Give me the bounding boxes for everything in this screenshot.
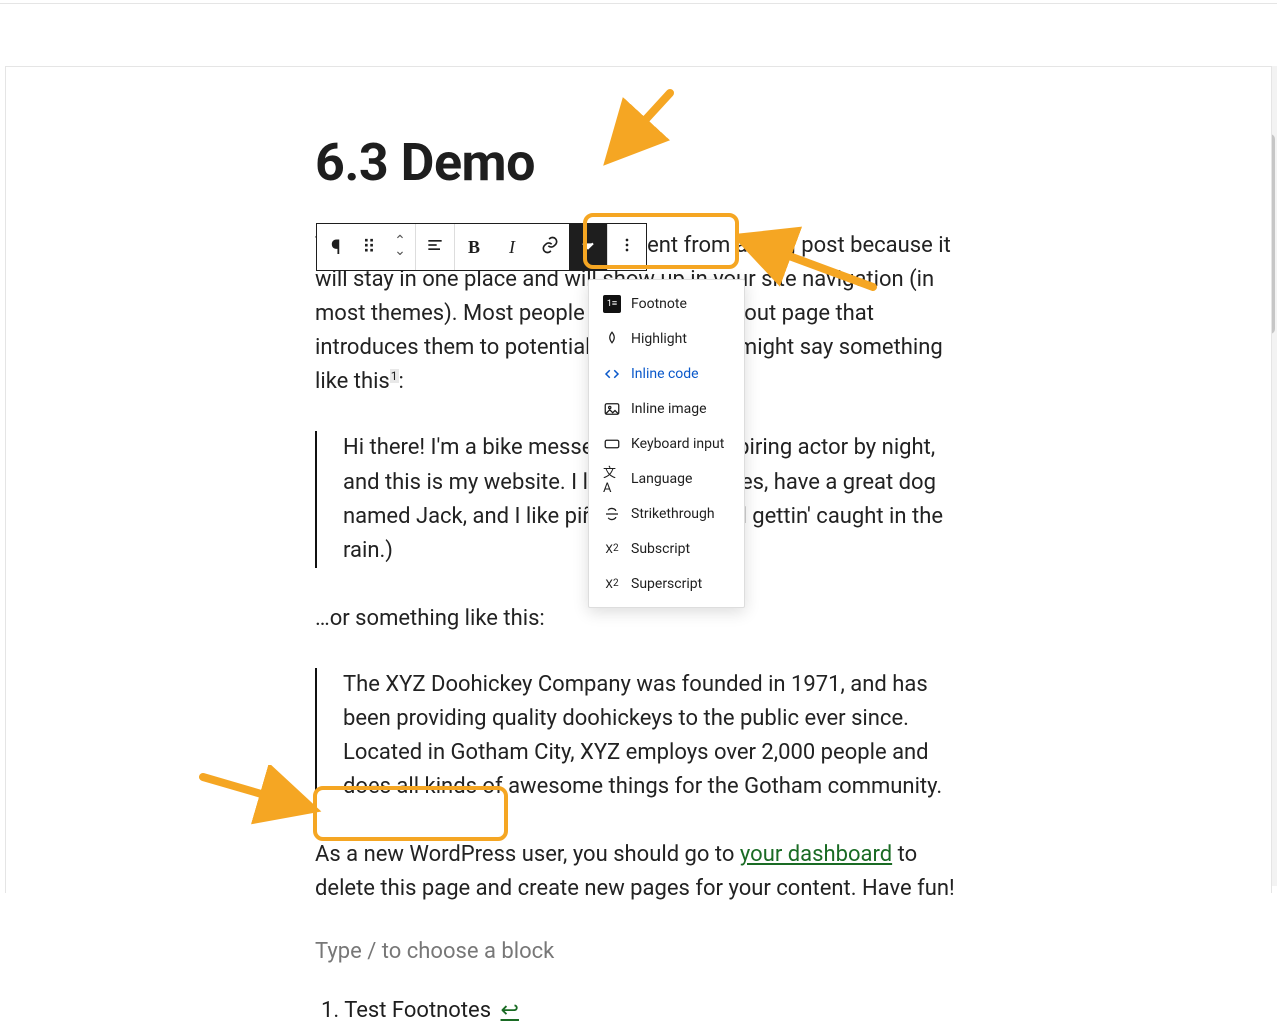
block-mover[interactable]: ⌃⌄ [385, 224, 415, 270]
drag-handle[interactable]: ⠿ [355, 224, 385, 270]
italic-icon: I [509, 237, 515, 258]
mover-icon: ⌃⌄ [394, 237, 406, 257]
highlight-icon [603, 330, 621, 348]
chevron-down-icon [578, 235, 598, 260]
footnote-text: 1. Test Footnotes [321, 998, 497, 1023]
dropdown-label: Subscript [631, 541, 690, 557]
footnote-return-link[interactable]: ↩ [501, 998, 519, 1023]
more-vertical-icon [617, 235, 637, 260]
block-overflow-button[interactable] [608, 224, 646, 270]
footnote-block[interactable]: 1. Test Footnotes ↩ [315, 994, 525, 1027]
dropdown-item-inline-code[interactable]: Inline code [589, 356, 744, 391]
blockquote-2-text: The XYZ Doohickey Company was founded in… [343, 668, 965, 804]
dropdown-label: Language [631, 471, 692, 487]
drag-icon: ⠿ [362, 237, 377, 258]
dropdown-item-inline-image[interactable]: Inline image [589, 391, 744, 426]
outro-a: As a new WordPress user, you should go t… [315, 842, 740, 867]
link-button[interactable] [531, 224, 569, 270]
post-title[interactable]: 6.3 Demo [315, 132, 965, 193]
dropdown-label: Keyboard input [631, 436, 724, 452]
footnote-marker[interactable]: 1 [390, 369, 399, 383]
italic-button[interactable]: I [493, 224, 531, 270]
dropdown-item-subscript[interactable]: X2 Subscript [589, 531, 744, 566]
paragraph-tail: : [399, 369, 404, 394]
bold-icon: B [468, 237, 480, 258]
dropdown-label: Inline image [631, 401, 707, 417]
dropdown-label: Strikethrough [631, 506, 715, 522]
dropdown-item-highlight[interactable]: Highlight [589, 321, 744, 356]
editor-canvas: 6.3 Demo This is an example page. It's d… [5, 66, 1272, 893]
blockquote-2[interactable]: The XYZ Doohickey Company was founded in… [315, 668, 965, 804]
block-placeholder[interactable]: Type / to choose a block [315, 939, 965, 964]
dropdown-label: Highlight [631, 331, 687, 347]
code-icon [603, 365, 621, 383]
block-type-button[interactable]: ¶ [317, 224, 355, 270]
align-left-icon [425, 235, 445, 260]
link-icon [540, 235, 560, 260]
keyboard-icon [603, 435, 621, 453]
bold-button[interactable]: B [455, 224, 493, 270]
more-rich-text-button[interactable] [569, 224, 607, 270]
dropdown-item-footnote[interactable]: 1≡ Footnote [589, 286, 744, 321]
paragraph-icon: ¶ [331, 235, 341, 259]
dropdown-label: Footnote [631, 296, 687, 312]
dropdown-item-language[interactable]: 文A Language [589, 461, 744, 496]
footnote-icon: 1≡ [603, 295, 621, 313]
dropdown-item-strikethrough[interactable]: Strikethrough [589, 496, 744, 531]
strike-icon [603, 505, 621, 523]
align-button[interactable] [416, 224, 454, 270]
paragraph-outro[interactable]: As a new WordPress user, you should go t… [315, 838, 965, 906]
block-toolbar: ¶ ⠿ ⌃⌄ B I [316, 223, 647, 271]
dashboard-link[interactable]: your dashboard [740, 842, 892, 867]
window-top-bar [0, 0, 1277, 4]
dropdown-item-superscript[interactable]: X2 Superscript [589, 566, 744, 601]
language-icon: 文A [603, 470, 621, 488]
dropdown-item-keyboard[interactable]: Keyboard input [589, 426, 744, 461]
superscript-icon: X2 [603, 575, 621, 593]
subscript-icon: X2 [603, 540, 621, 558]
rich-text-dropdown: 1≡ Footnote Highlight Inline code Inline… [588, 279, 745, 608]
image-icon [603, 400, 621, 418]
dropdown-label: Inline code [631, 366, 699, 382]
dropdown-label: Superscript [631, 576, 702, 592]
